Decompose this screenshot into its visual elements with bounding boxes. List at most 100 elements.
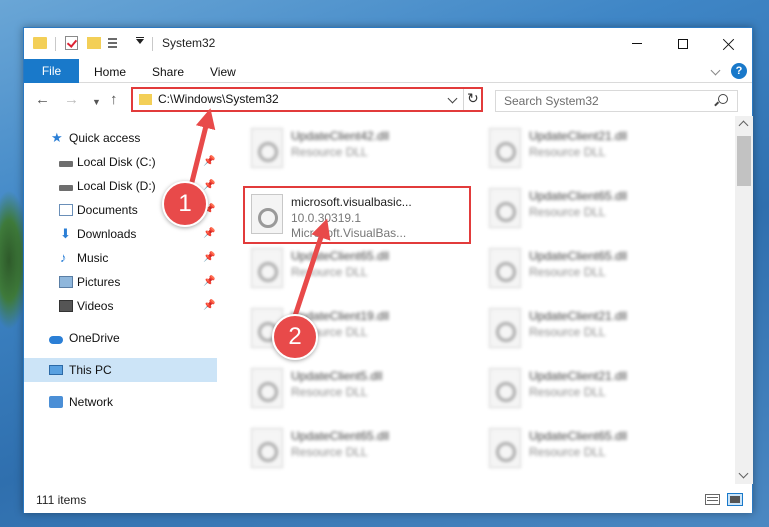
star-icon: ★ — [51, 130, 63, 145]
item-count: 111 items — [36, 493, 87, 507]
search-icon[interactable] — [718, 94, 728, 104]
pin-icon[interactable]: 📌 — [203, 180, 215, 191]
sidebar-item-label: Documents — [77, 203, 138, 217]
scrollbar-thumb[interactable] — [737, 136, 751, 186]
address-bar[interactable]: C:\Windows\System32 ↻ — [131, 87, 483, 112]
videos-icon — [59, 300, 73, 312]
maximize-button[interactable] — [660, 28, 706, 59]
network-icon — [49, 396, 63, 408]
help-icon[interactable]: ? — [731, 63, 747, 79]
pin-icon[interactable]: 📌 — [203, 252, 215, 263]
drive-icon — [59, 161, 73, 167]
list-item[interactable]: UpdateClient21.dll Resource DLL — [481, 124, 711, 172]
expand-ribbon-icon[interactable] — [710, 65, 721, 76]
new-folder-icon[interactable] — [87, 37, 101, 49]
minimize-icon — [632, 43, 642, 44]
list-item[interactable]: UpdateClient65.dll Resource DLL — [481, 424, 711, 472]
list-item[interactable]: UpdateClient65.dll Resource DLL — [481, 244, 711, 292]
navigation-pane: ★ Quick access Local Disk (C:) 📌 Local D… — [24, 116, 217, 484]
file-explorer-window: System32 File Home Share View ? ← → ▼ ↑ … — [23, 27, 753, 513]
sidebar-item-local-disk-c[interactable]: Local Disk (C:) 📌 — [24, 150, 217, 174]
sidebar-item-label: Music — [77, 251, 109, 265]
file-type: Resource DLL — [291, 265, 368, 279]
file-name: microsoft.visualbasic... — [291, 195, 412, 209]
tab-share[interactable]: Share — [152, 65, 184, 79]
sidebar-item-network[interactable]: Network — [24, 390, 217, 414]
dll-file-icon — [489, 248, 521, 288]
back-arrow-icon[interactable]: ← — [35, 92, 50, 108]
sidebar-item-label: Videos — [77, 299, 114, 313]
address-divider — [463, 89, 464, 110]
pin-icon[interactable]: 📌 — [203, 156, 215, 167]
sidebar-item-this-pc[interactable]: This PC — [24, 358, 217, 382]
drive-icon — [59, 185, 73, 191]
tab-view[interactable]: View — [210, 65, 236, 79]
list-item[interactable]: UpdateClient21.dll Resource DLL — [481, 364, 711, 412]
scroll-up-icon[interactable] — [738, 120, 749, 131]
scroll-down-icon[interactable] — [738, 468, 749, 479]
file-type: Resource DLL — [529, 265, 606, 279]
search-input[interactable]: Search System32 — [495, 90, 738, 112]
address-path[interactable]: C:\Windows\System32 — [158, 92, 279, 106]
dll-file-icon — [251, 428, 283, 468]
file-type: Resource DLL — [291, 445, 368, 459]
refresh-icon[interactable]: ↻ — [467, 90, 479, 107]
file-type: Resource DLL — [291, 385, 368, 399]
sidebar-item-quick-access[interactable]: ★ Quick access — [24, 126, 217, 150]
folder-icon — [139, 94, 152, 105]
ribbon: File Home Share View ? — [24, 59, 752, 83]
list-item[interactable]: UpdateClient42.dll Resource DLL — [243, 124, 473, 172]
dll-file-icon — [251, 194, 283, 234]
folder-icon — [33, 37, 47, 49]
title-divider — [152, 37, 153, 51]
details-view-icon[interactable] — [705, 494, 720, 505]
file-name: UpdateClient42.dll — [291, 129, 390, 143]
forward-arrow-icon[interactable]: → — [64, 92, 79, 108]
dll-file-icon — [489, 128, 521, 168]
pin-icon[interactable]: 📌 — [203, 276, 215, 287]
list-item[interactable]: microsoft.visualbasic... 10.0.30319.1 Mi… — [243, 190, 473, 240]
close-button[interactable] — [706, 28, 752, 59]
sidebar-item-videos[interactable]: Videos 📌 — [24, 294, 217, 318]
recent-locations-dropdown-icon[interactable]: ▼ — [92, 94, 101, 110]
customize-toolbar-icon[interactable] — [108, 37, 126, 49]
properties-check-icon[interactable] — [65, 36, 78, 50]
sidebar-item-music[interactable]: ♪ Music 📌 — [24, 246, 217, 270]
vertical-scrollbar[interactable] — [735, 116, 753, 484]
tab-file[interactable]: File — [24, 59, 79, 83]
sidebar-item-label: Local Disk (C:) — [77, 155, 156, 169]
file-name: UpdateClient65.dll — [291, 249, 390, 263]
address-dropdown-icon[interactable] — [447, 93, 458, 104]
minimize-button[interactable] — [614, 28, 660, 59]
file-type: Resource DLL — [529, 445, 606, 459]
sidebar-item-label: Pictures — [77, 275, 121, 289]
pin-icon[interactable]: 📌 — [203, 228, 215, 239]
file-name: UpdateClient65.dll — [529, 249, 628, 263]
window-title: System32 — [162, 36, 216, 50]
up-arrow-icon[interactable]: ↑ — [110, 92, 118, 108]
maximize-icon — [678, 38, 688, 49]
highlighted-file[interactable]: microsoft.visualbasic... 10.0.30319.1 Mi… — [243, 186, 471, 244]
sidebar-item-label: Local Disk (D:) — [77, 179, 156, 193]
sidebar-item-onedrive[interactable]: OneDrive — [24, 326, 217, 350]
list-item[interactable]: UpdateClient5.dll Resource DLL — [243, 364, 473, 412]
title-bar: System32 — [24, 28, 752, 59]
pin-icon[interactable]: 📌 — [203, 300, 215, 311]
dropdown-bar — [136, 37, 144, 38]
file-name: UpdateClient65.dll — [291, 429, 390, 443]
navigation-bar: ← → ▼ ↑ C:\Windows\System32 ↻ Search Sys… — [24, 84, 752, 116]
dll-file-icon — [489, 428, 521, 468]
quick-access-dropdown-icon[interactable] — [136, 39, 144, 44]
tab-home[interactable]: Home — [94, 65, 126, 79]
pictures-icon — [59, 276, 73, 288]
dll-file-icon — [489, 308, 521, 348]
file-name: UpdateClient21.dll — [529, 369, 628, 383]
large-icons-view-icon[interactable] — [727, 493, 743, 506]
list-item[interactable]: UpdateClient65.dll Resource DLL — [243, 424, 473, 472]
list-item[interactable]: UpdateClient65.dll Resource DLL — [481, 184, 711, 232]
sidebar-item-pictures[interactable]: Pictures 📌 — [24, 270, 217, 294]
file-name: UpdateClient5.dll — [291, 369, 383, 383]
list-item[interactable]: UpdateClient65.dll Resource DLL — [243, 244, 473, 292]
list-item[interactable]: UpdateClient21.dll Resource DLL — [481, 304, 711, 352]
documents-icon — [59, 204, 73, 216]
